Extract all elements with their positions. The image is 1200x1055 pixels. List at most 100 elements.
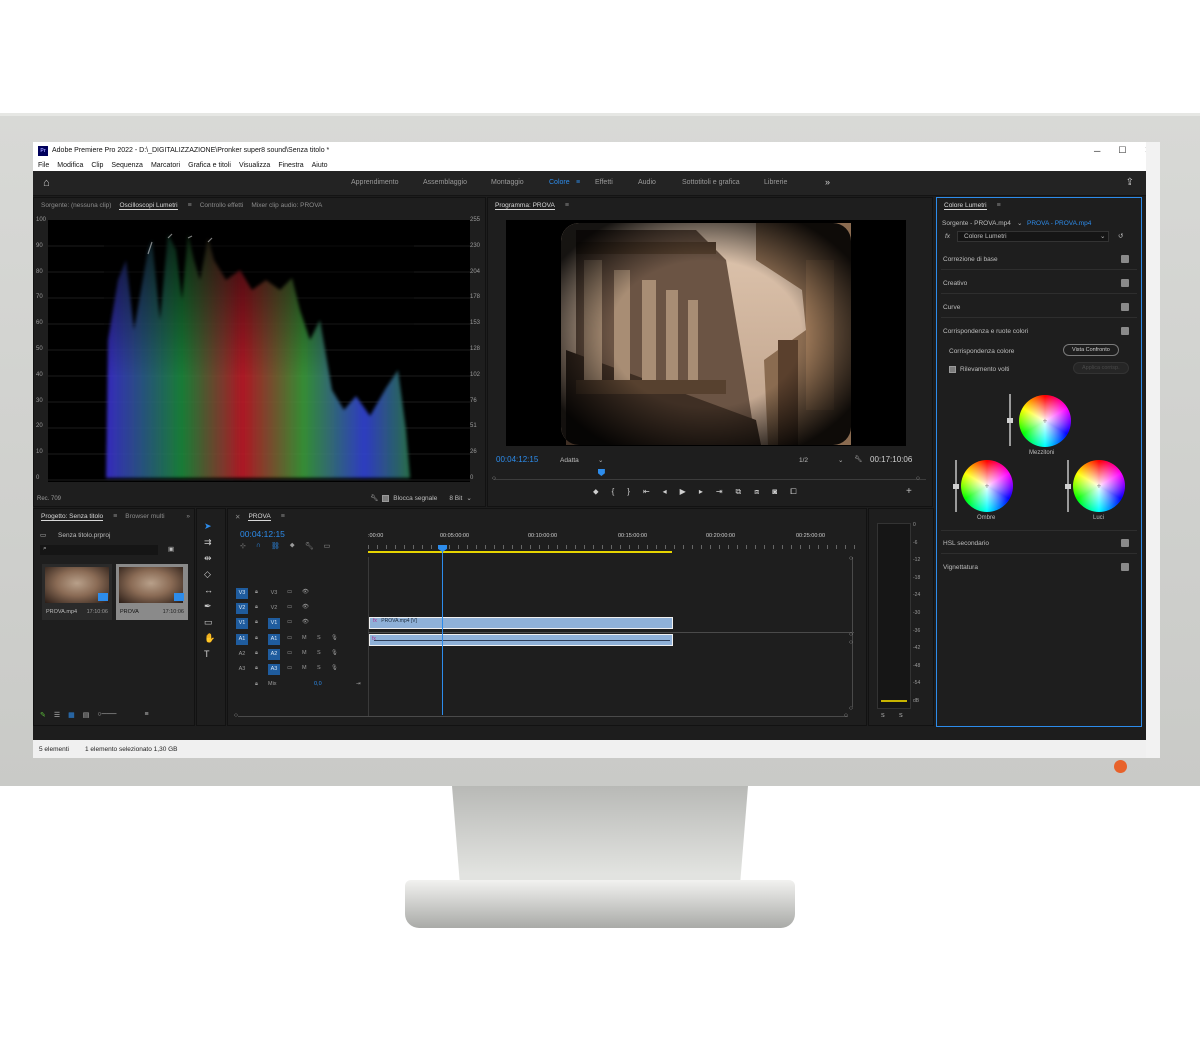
selection-tool-icon[interactable]: ➤ [204, 521, 212, 532]
zoom-end-handle[interactable]: ○ [844, 712, 848, 719]
tab-lumetri-color[interactable]: Colore Lumetri [944, 202, 987, 210]
workspace-editing[interactable]: Montaggio [491, 179, 524, 186]
zoom-select[interactable]: Adatta [560, 457, 579, 464]
solo-left-button[interactable]: S [881, 713, 885, 719]
timeline-zoom-bar[interactable] [238, 716, 848, 717]
mark-out-icon[interactable]: } [627, 487, 630, 497]
section-hsl-secondary[interactable]: HSL secondario [943, 539, 1129, 547]
panel-menu-icon[interactable]: ≡ [997, 202, 1001, 209]
chevron-down-icon[interactable]: ⌄ [838, 456, 843, 464]
solo-icon[interactable]: S [317, 635, 321, 641]
lock-icon[interactable]: 🔒︎ [255, 681, 258, 688]
midtones-slider-handle[interactable] [1007, 418, 1013, 423]
add-marker-icon[interactable]: ⬥ [290, 542, 295, 550]
mark-in-icon[interactable]: { [612, 487, 615, 497]
mute-icon[interactable]: M [302, 650, 307, 656]
track-target-v2[interactable]: V2 [268, 603, 280, 614]
workspace-audio[interactable]: Audio [638, 179, 656, 186]
face-detection-checkbox[interactable] [949, 366, 956, 373]
workspace-libraries[interactable]: Librerie [764, 179, 787, 186]
track-source-a3[interactable]: A3 [236, 664, 248, 675]
minimize-button[interactable]: ─ [1094, 146, 1100, 156]
workspace-color[interactable]: Colore [549, 179, 570, 186]
step-forward-icon[interactable]: ▸ [699, 487, 703, 497]
chevron-down-icon[interactable]: ⌄ [598, 456, 603, 464]
section-checkbox[interactable] [1121, 327, 1129, 335]
rectangle-tool-icon[interactable]: ▭ [204, 617, 213, 628]
timeline-settings-icon[interactable]: 🔧︎ [305, 542, 314, 550]
track-target-v3[interactable]: V3 [268, 588, 280, 599]
close-tab-icon[interactable]: ✕ [235, 513, 240, 521]
type-tool-icon[interactable]: T [204, 649, 210, 659]
panel-menu-icon[interactable]: ≡ [281, 513, 285, 520]
new-bin-icon[interactable]: ▣ [168, 545, 174, 553]
clamp-signal-checkbox[interactable] [382, 494, 390, 502]
linked-selection-icon[interactable]: ⛓ [271, 542, 280, 550]
bit-depth-select[interactable]: 8 Bit [449, 495, 462, 502]
scroll-handle-top[interactable]: ○ [849, 555, 853, 562]
program-playhead[interactable] [597, 469, 605, 476]
project-item[interactable]: PROVA.mp4 17:10:06 [42, 564, 112, 620]
scroll-handle-mid[interactable]: ○ [849, 639, 853, 646]
add-marker-icon[interactable]: ⬥ [593, 487, 599, 497]
project-search-input[interactable]: ⌕ [40, 545, 158, 555]
menu-clip[interactable]: Clip [91, 162, 103, 169]
list-view-icon[interactable]: ☰ [54, 711, 60, 719]
go-to-in-icon[interactable]: ⇤ [643, 487, 650, 497]
chevron-down-icon[interactable]: ⌄ [1017, 219, 1022, 227]
section-creative[interactable]: Creativo [943, 279, 1129, 287]
freeform-view-icon[interactable]: ▤ [83, 711, 90, 719]
workspace-learning[interactable]: Apprendimento [351, 179, 398, 186]
track-target-a3[interactable]: A3 [268, 664, 280, 675]
pencil-icon[interactable]: ✎ [40, 711, 46, 719]
nest-icon[interactable]: ⊹ [240, 542, 246, 550]
compare-view-icon[interactable]: ⧠ [790, 487, 796, 497]
sync-lock-icon[interactable]: ▭ [287, 619, 292, 625]
section-checkbox[interactable] [1121, 539, 1129, 547]
track-source-a2[interactable]: A2 [236, 649, 248, 660]
go-to-out-icon[interactable]: ⇥ [716, 487, 723, 497]
menu-edit[interactable]: Modifica [57, 162, 83, 169]
section-checkbox[interactable] [1121, 303, 1129, 311]
razor-tool-icon[interactable]: ◇ [204, 569, 211, 580]
scroll-handle-bottom[interactable]: ○ [849, 705, 853, 712]
tab-project[interactable]: Progetto: Senza titolo [41, 513, 104, 521]
tab-lumetri-scopes[interactable]: Oscilloscopi Lumetri [119, 202, 178, 210]
panel-overflow-icon[interactable]: » [186, 513, 190, 520]
program-timecode[interactable]: 00:04:12:15 [496, 455, 538, 464]
extract-icon[interactable]: ⧈ [754, 487, 759, 497]
captions-icon[interactable]: ▭ [324, 542, 331, 550]
panel-menu-icon[interactable]: ≡ [565, 202, 569, 209]
lock-icon[interactable]: 🔒︎ [255, 650, 258, 657]
zoom-start-handle[interactable]: ○ [234, 712, 238, 719]
track-source-v1[interactable]: V1 [236, 618, 248, 629]
tab-source[interactable]: Sorgente: (nessuna clip) [41, 202, 111, 209]
sync-lock-icon[interactable]: ▭ [287, 635, 292, 641]
workspace-more-button[interactable]: » [825, 177, 830, 187]
eye-icon[interactable]: 👁︎ [302, 619, 309, 625]
tab-media-browser[interactable]: Browser multi [125, 513, 164, 520]
track-source-a1[interactable]: A1 [236, 634, 248, 645]
section-vignette[interactable]: Vignettatura [943, 563, 1129, 571]
section-checkbox[interactable] [1121, 255, 1129, 263]
tab-audio-mixer[interactable]: Mixer clip audio: PROVA [251, 202, 322, 209]
menu-markers[interactable]: Marcatori [151, 162, 180, 169]
solo-right-button[interactable]: S [899, 713, 903, 719]
eye-icon[interactable]: 👁︎ [302, 604, 309, 610]
mute-icon[interactable]: M [302, 665, 307, 671]
menu-file[interactable]: File [38, 162, 49, 169]
slip-tool-icon[interactable]: ↔ [204, 585, 213, 595]
go-to-end-icon[interactable]: ⇥ [356, 681, 361, 687]
ripple-edit-tool-icon[interactable]: ⇹ [204, 553, 212, 564]
section-curves[interactable]: Curve [943, 303, 1129, 311]
wrench-icon[interactable]: 🔧︎ [854, 455, 862, 463]
highlights-slider-handle[interactable] [1065, 484, 1071, 489]
solo-icon[interactable]: S [317, 665, 321, 671]
track-target-a2[interactable]: A2 [268, 649, 280, 660]
scrub-end-handle[interactable]: ○ [916, 475, 920, 482]
midtones-color-wheel[interactable]: + [1019, 395, 1071, 447]
solo-icon[interactable]: S [317, 650, 321, 656]
sync-lock-icon[interactable]: ▭ [287, 604, 292, 610]
microphone-icon[interactable]: 🎙︎ [331, 665, 338, 671]
track-source-v3[interactable]: V3 [236, 588, 248, 599]
